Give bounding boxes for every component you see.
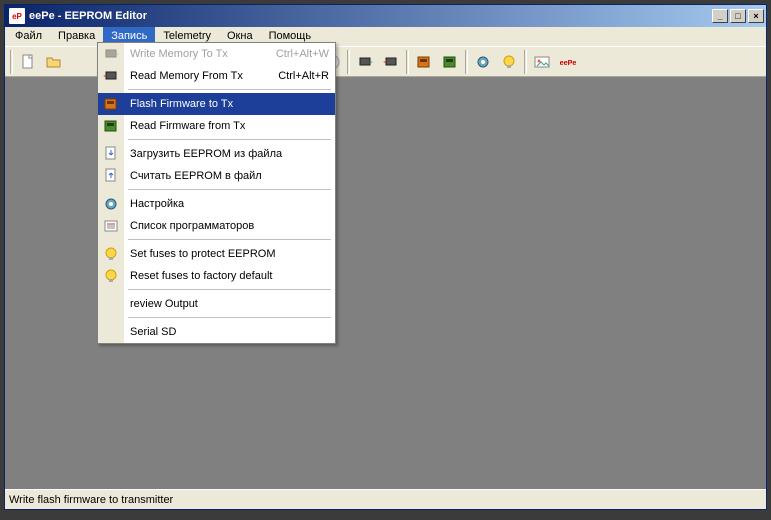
menu-edit[interactable]: Правка [50, 27, 103, 46]
menu-item-label: Serial SD [124, 326, 329, 338]
menu-item-label: Read Memory From Tx [124, 70, 270, 82]
chip-read-icon [98, 65, 124, 87]
menu-item: Write Memory To TxCtrl+Alt+W [98, 43, 335, 65]
doc-up-icon [98, 165, 124, 187]
chip-write-icon [98, 43, 124, 65]
statusbar: Write flash firmware to transmitter [5, 489, 766, 509]
window-title: eePe - EEPROM Editor [29, 10, 710, 22]
eepe-logo-icon: eePe [560, 54, 576, 70]
bulb-icon [501, 54, 517, 70]
folder-open-icon [46, 54, 62, 70]
menu-item-label: Set fuses to protect EEPROM [124, 248, 329, 260]
fuses-button[interactable] [497, 50, 521, 74]
file-icon [20, 54, 36, 70]
titlebar: eP eePe - EEPROM Editor _ □ × [5, 5, 766, 27]
menu-item-label: Read Firmware from Tx [124, 120, 329, 132]
blank-icon [98, 321, 124, 343]
menu-item-label: Загрузить EEPROM из файла [124, 148, 329, 160]
eepe-button[interactable]: eePe [556, 50, 580, 74]
flash-read-button[interactable] [438, 50, 462, 74]
menu-item[interactable]: Read Memory From TxCtrl+Alt+R [98, 65, 335, 87]
menu-item-label: Write Memory To Tx [124, 48, 268, 60]
gear-icon [98, 193, 124, 215]
menu-item[interactable]: Serial SD [98, 321, 335, 343]
menu-item[interactable]: Загрузить EEPROM из файла [98, 143, 335, 165]
bulb-icon [98, 265, 124, 287]
menu-item-label: Настройка [124, 198, 329, 210]
menu-item-label: Считать EEPROM в файл [124, 170, 329, 182]
svg-text:eePe: eePe [560, 58, 576, 67]
menu-item[interactable]: Flash Firmware to Tx [98, 93, 335, 115]
menu-item[interactable]: Reset fuses to factory default [98, 265, 335, 287]
box-green-icon [98, 115, 124, 137]
toolbar-separator [347, 50, 350, 74]
status-text: Write flash firmware to transmitter [9, 494, 173, 506]
toolbar-separator [406, 50, 409, 74]
list-icon [98, 215, 124, 237]
toolbar-separator [10, 50, 13, 74]
menu-item-label: Flash Firmware to Tx [124, 98, 329, 110]
menu-file[interactable]: Файл [7, 27, 50, 46]
menu-item[interactable]: Считать EEPROM в файл [98, 165, 335, 187]
doc-down-icon [98, 143, 124, 165]
menu-item-shortcut: Ctrl+Alt+R [270, 70, 329, 82]
menu-item[interactable]: Read Firmware from Tx [98, 115, 335, 137]
menu-item[interactable]: Set fuses to protect EEPROM [98, 243, 335, 265]
menu-item-label: Список программаторов [124, 220, 329, 232]
gear-icon [475, 54, 491, 70]
box-orange-icon [416, 54, 432, 70]
toolbar-separator [465, 50, 468, 74]
menu-item[interactable]: Настройка [98, 193, 335, 215]
menu-item-shortcut: Ctrl+Alt+W [268, 48, 329, 60]
chip-write-icon [357, 54, 373, 70]
close-button[interactable]: × [748, 9, 764, 23]
open-file-button[interactable] [42, 50, 66, 74]
bulb-icon [98, 243, 124, 265]
chip-read-button[interactable] [379, 50, 403, 74]
toolbar-separator [524, 50, 527, 74]
box-orange-icon [98, 93, 124, 115]
image-button[interactable] [530, 50, 554, 74]
minimize-button[interactable]: _ [712, 9, 728, 23]
picture-icon [534, 54, 550, 70]
flash-write-button[interactable] [412, 50, 436, 74]
blank-icon [98, 293, 124, 315]
menu-write-dropdown: Write Memory To TxCtrl+Alt+WRead Memory … [97, 42, 336, 344]
menu-item-label: review Output [124, 298, 329, 310]
maximize-button[interactable]: □ [730, 9, 746, 23]
settings-button[interactable] [471, 50, 495, 74]
chip-write-button[interactable] [353, 50, 377, 74]
menu-item[interactable]: Список программаторов [98, 215, 335, 237]
new-file-button[interactable] [16, 50, 40, 74]
menu-item[interactable]: review Output [98, 293, 335, 315]
chip-read-icon [383, 54, 399, 70]
menu-item-label: Reset fuses to factory default [124, 270, 329, 282]
app-icon: eP [9, 8, 25, 24]
box-green-icon [442, 54, 458, 70]
